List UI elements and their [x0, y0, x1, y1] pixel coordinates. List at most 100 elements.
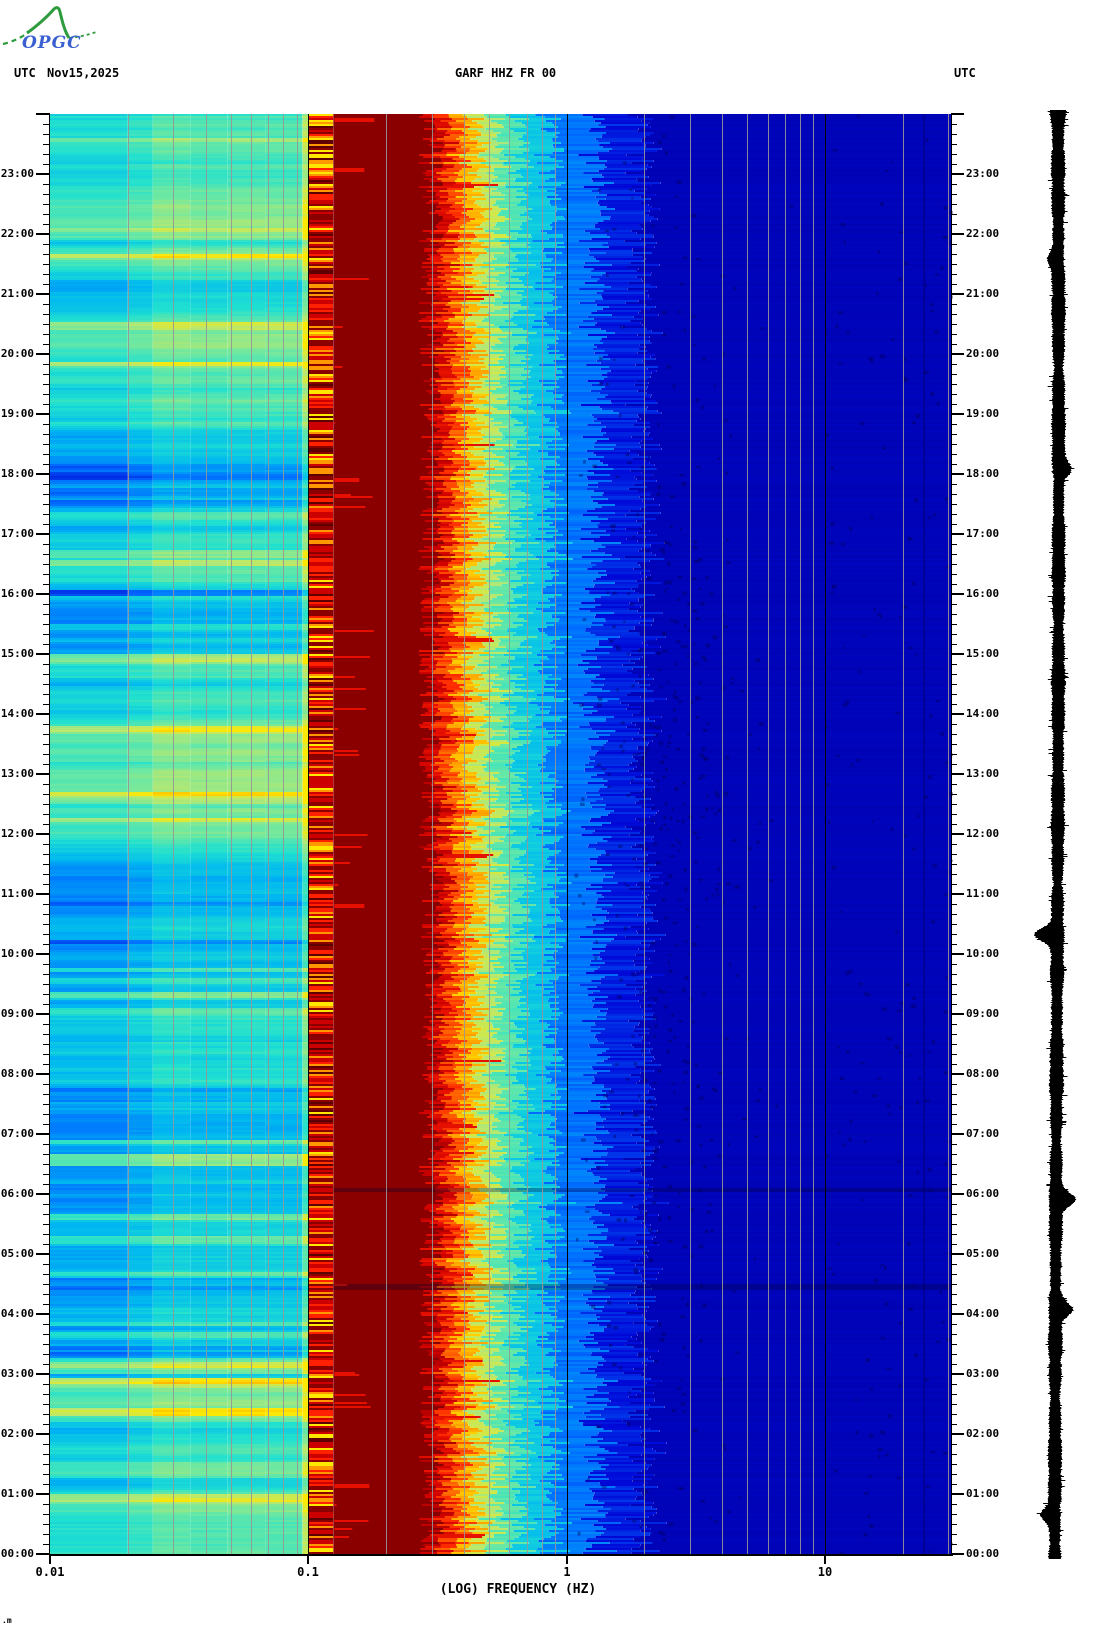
minor-tick-left — [43, 454, 50, 455]
hour-tick-right — [951, 1073, 964, 1075]
freq-tick — [566, 1556, 568, 1564]
minor-tick-right — [951, 1124, 957, 1125]
minor-tick-right — [951, 384, 957, 385]
time-label-right: 10:00 — [966, 947, 1000, 960]
hour-tick-right — [951, 1013, 964, 1015]
minor-tick-right — [951, 434, 957, 435]
minor-tick-left — [43, 324, 50, 325]
minor-tick-left — [43, 694, 50, 695]
hour-tick-left — [36, 233, 50, 235]
minor-tick-left — [43, 334, 50, 335]
minor-tick-left — [43, 1404, 50, 1405]
spectrogram-canvas — [50, 114, 953, 1555]
minor-tick-left — [43, 344, 50, 345]
minor-tick-right — [951, 614, 957, 615]
minor-tick-right — [951, 1154, 957, 1155]
minor-tick-left — [43, 244, 50, 245]
minor-tick-left — [43, 564, 50, 565]
freq-tick-label: 10 — [817, 1565, 833, 1579]
minor-tick-left — [43, 224, 50, 225]
hour-tick-right — [951, 773, 964, 775]
time-label-right: 00:00 — [966, 1547, 1000, 1560]
minor-tick-left — [43, 154, 50, 155]
time-label-right: 16:00 — [966, 587, 1000, 600]
minor-tick-right — [951, 704, 957, 705]
hour-tick-right — [951, 533, 964, 535]
minor-tick-right — [951, 1114, 957, 1115]
minor-tick-left — [43, 734, 50, 735]
hour-tick-left — [36, 353, 50, 355]
minor-tick-right — [951, 884, 957, 885]
minor-tick-right — [951, 824, 957, 825]
minor-tick-right — [951, 664, 957, 665]
minor-tick-left — [43, 934, 50, 935]
freq-tick — [824, 1556, 826, 1564]
minor-tick-left — [43, 1474, 50, 1475]
hour-tick-left — [36, 713, 50, 715]
minor-tick-left — [43, 1044, 50, 1045]
minor-tick-right — [951, 314, 957, 315]
time-label-right: 09:00 — [966, 1007, 1000, 1020]
time-label-left: 07:00 — [0, 1127, 34, 1140]
minor-tick-right — [951, 924, 957, 925]
minor-tick-right — [951, 324, 957, 325]
minor-tick-right — [951, 874, 957, 875]
minor-tick-left — [43, 134, 50, 135]
minor-tick-left — [43, 624, 50, 625]
time-label-left: 23:00 — [0, 167, 34, 180]
minor-tick-left — [43, 884, 50, 885]
seismogram-trace-canvas — [1028, 110, 1092, 1562]
minor-tick-right — [951, 334, 957, 335]
hour-tick-right — [951, 1133, 964, 1135]
minor-tick-left — [43, 1324, 50, 1325]
x-axis-title: (LOG) FREQUENCY (HZ) — [439, 1582, 597, 1597]
minor-tick-left — [43, 794, 50, 795]
minor-tick-right — [951, 424, 957, 425]
minor-tick-right — [951, 814, 957, 815]
hour-tick-right — [951, 1193, 964, 1195]
minor-tick-right — [951, 524, 957, 525]
minor-tick-right — [951, 1524, 957, 1525]
minor-tick-right — [951, 1144, 957, 1145]
minor-tick-right — [951, 754, 957, 755]
minor-tick-left — [43, 724, 50, 725]
minor-tick-left — [43, 1234, 50, 1235]
minor-tick-right — [951, 1004, 957, 1005]
minor-tick-right — [951, 394, 957, 395]
minor-tick-left — [43, 1524, 50, 1525]
minor-tick-right — [951, 1244, 957, 1245]
minor-tick-left — [43, 1154, 50, 1155]
minor-tick-left — [43, 1054, 50, 1055]
time-label-right: 12:00 — [966, 827, 1000, 840]
minor-tick-left — [43, 664, 50, 665]
minor-tick-right — [951, 244, 957, 245]
minor-tick-right — [951, 1414, 957, 1415]
x-axis-line — [49, 1554, 953, 1556]
minor-tick-right — [951, 1454, 957, 1455]
time-label-left: 22:00 — [0, 227, 34, 240]
hour-tick-right — [951, 1553, 964, 1555]
minor-tick-left — [43, 364, 50, 365]
hour-tick-left — [36, 1553, 50, 1555]
minor-tick-right — [951, 1274, 957, 1275]
minor-tick-left — [43, 1484, 50, 1485]
hour-tick-right — [951, 293, 964, 295]
minor-tick-right — [951, 1104, 957, 1105]
time-label-right: 06:00 — [966, 1187, 1000, 1200]
time-label-left: 11:00 — [0, 887, 34, 900]
minor-tick-left — [43, 1104, 50, 1105]
minor-tick-right — [951, 1204, 957, 1205]
minor-tick-left — [43, 1094, 50, 1095]
minor-tick-right — [951, 1214, 957, 1215]
minor-tick-left — [43, 854, 50, 855]
minor-tick-left — [43, 1034, 50, 1035]
minor-tick-right — [951, 144, 957, 145]
minor-tick-right — [951, 364, 957, 365]
freq-tick — [307, 1556, 309, 1564]
minor-tick-left — [43, 1204, 50, 1205]
hour-tick-right — [951, 1313, 964, 1315]
minor-tick-left — [43, 944, 50, 945]
minor-tick-right — [951, 734, 957, 735]
minor-tick-left — [43, 484, 50, 485]
minor-tick-left — [43, 754, 50, 755]
